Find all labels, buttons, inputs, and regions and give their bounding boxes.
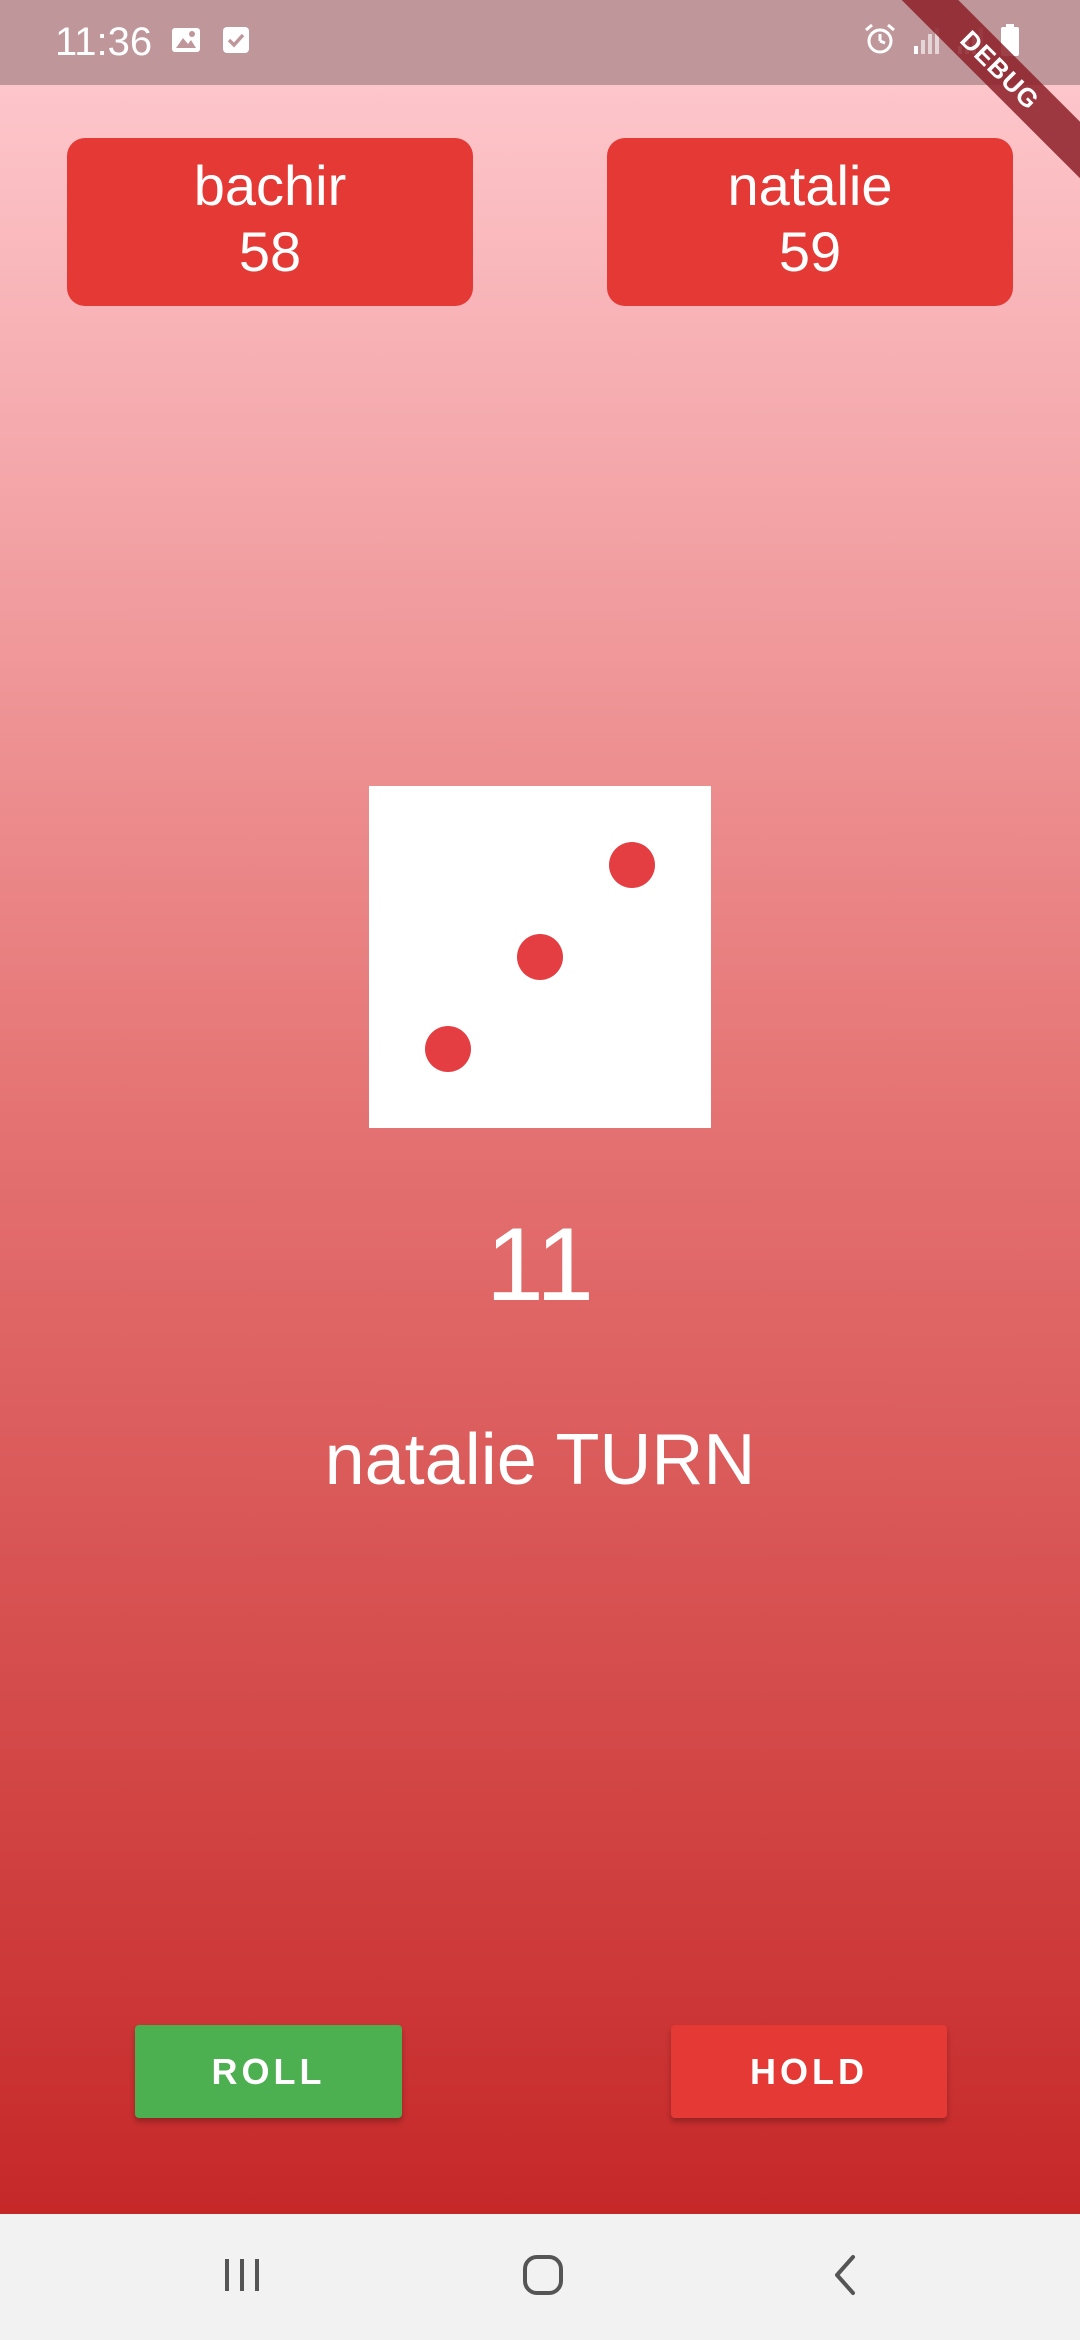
home-button[interactable] [508,2244,578,2310]
die-face [369,786,711,1128]
app-screen: 11:36 DEBUG bachir 58 natalie 59 11 nata… [0,0,1080,2340]
back-button[interactable] [810,2244,880,2310]
player-name: natalie [727,154,893,217]
player-card-1: bachir 58 [67,138,473,306]
checkbox-icon [220,24,252,61]
die-pip [609,842,655,888]
home-icon [519,2251,567,2304]
die-pip [517,934,563,980]
alarm-icon [862,22,898,63]
recents-icon [220,2253,264,2302]
navigation-bar [0,2214,1080,2340]
current-score: 11 [486,1207,594,1323]
player-score: 58 [238,220,302,283]
back-icon [823,2251,867,2304]
status-time: 11:36 [55,20,153,64]
recents-button[interactable] [207,2244,277,2310]
turn-label: natalie TURN [324,1420,756,1500]
hold-button[interactable]: HOLD [671,2025,947,2118]
player-card-2: natalie 59 [607,138,1013,306]
die-pip [425,1026,471,1072]
notification-icons [170,24,252,61]
player-score: 59 [778,220,842,283]
image-icon [170,24,202,61]
player-name: bachir [193,154,347,217]
roll-button[interactable]: ROLL [135,2025,402,2118]
